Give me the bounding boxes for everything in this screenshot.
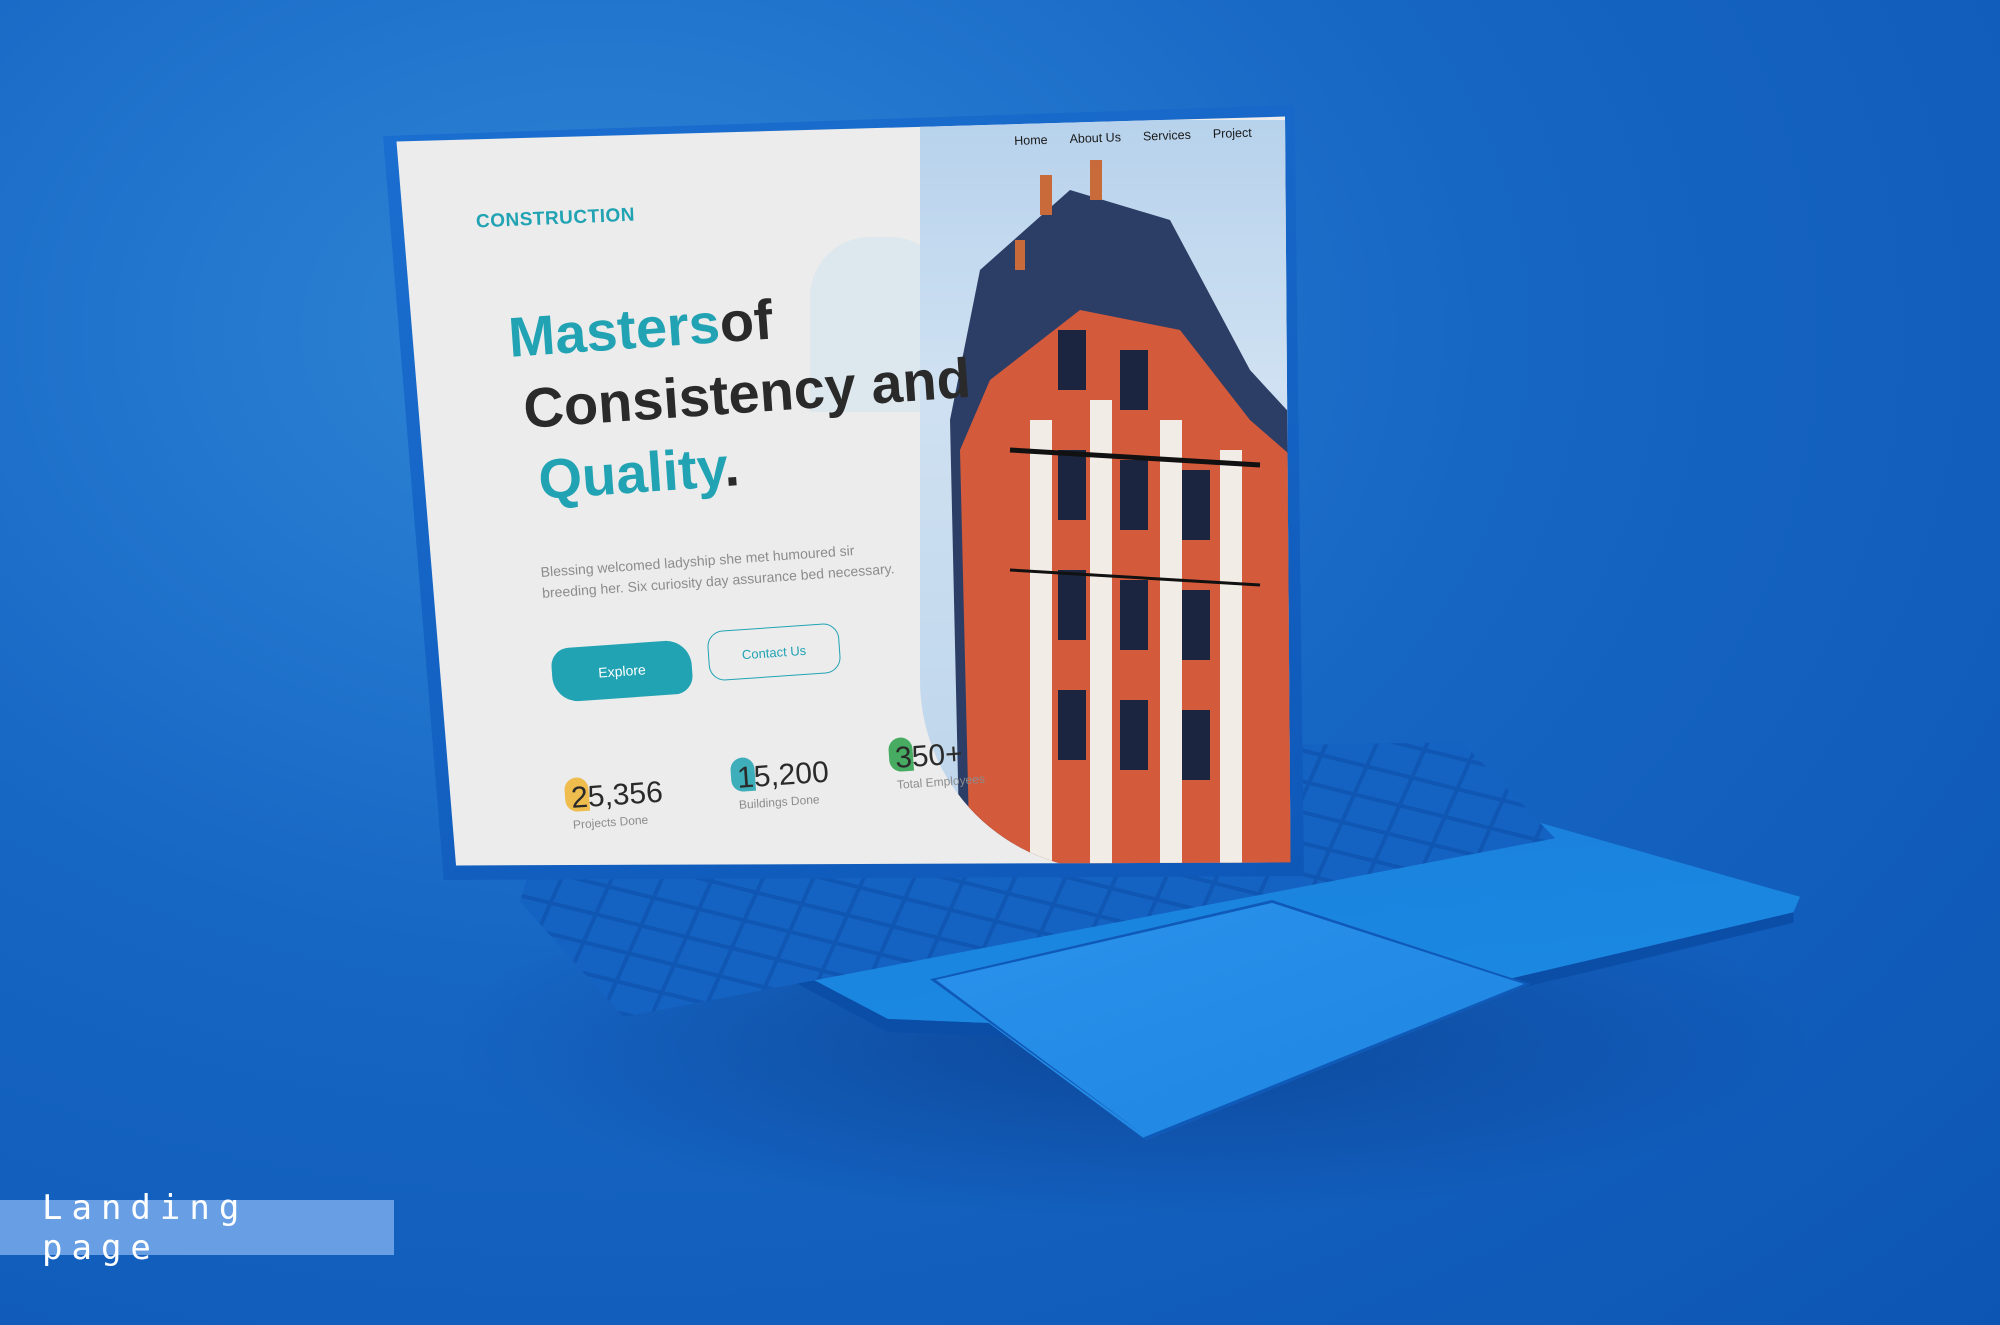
stat-projects: 25,356 Projects Done bbox=[563, 775, 665, 832]
nav-about-us[interactable]: About Us bbox=[1069, 130, 1121, 146]
nav-project[interactable]: Project bbox=[1213, 126, 1252, 141]
stat-buildings: 15,200 Buildings Done bbox=[729, 755, 831, 812]
site-logo[interactable]: CONSTRUCTION bbox=[476, 205, 636, 234]
stat-value: 350+ bbox=[894, 737, 964, 775]
hero-headline: Mastersof Consistency and Quality. bbox=[506, 270, 978, 517]
headline-accent-masters: Masters bbox=[506, 291, 722, 369]
nav-services[interactable]: Services bbox=[1143, 128, 1191, 144]
stat-employees: 350+ Total Employees bbox=[887, 736, 985, 792]
laptop-screen: Home About Us Services Project CONSTRUCT… bbox=[396, 116, 1291, 866]
headline-accent-quality: Quality bbox=[536, 435, 726, 512]
contact-us-button[interactable]: Contact Us bbox=[706, 622, 842, 682]
hero-subtext: Blessing welcomed ladyship she met humou… bbox=[540, 542, 895, 601]
nav-home[interactable]: Home bbox=[1014, 133, 1048, 148]
landing-page-badge: Landing page bbox=[0, 1188, 394, 1268]
stat-value: 15,200 bbox=[736, 755, 830, 795]
explore-button[interactable]: Explore bbox=[550, 639, 694, 703]
headline-period: . bbox=[721, 434, 742, 499]
headline-of: of bbox=[717, 287, 775, 355]
stat-value: 25,356 bbox=[570, 775, 664, 815]
